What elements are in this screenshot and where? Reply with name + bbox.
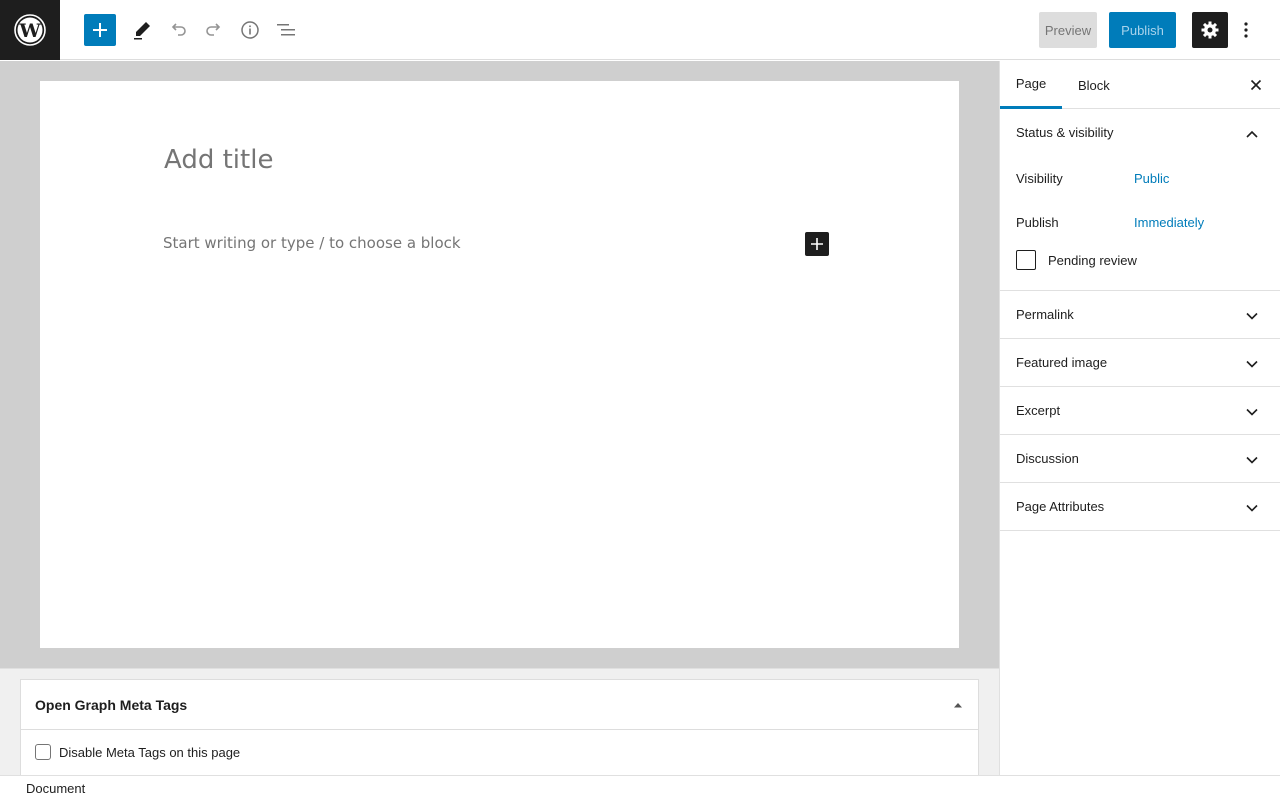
- status-visibility-panel: Status & visibility Visibility Public Pu…: [1000, 109, 1280, 291]
- panel-title: Discussion: [1016, 451, 1079, 466]
- chevron-down-icon: [1244, 452, 1260, 468]
- info-icon: [241, 21, 259, 39]
- publish-button[interactable]: Publish: [1109, 12, 1176, 48]
- permalink-panel[interactable]: Permalink: [1000, 291, 1280, 339]
- sidebar-tabs: Page Block: [1000, 61, 1280, 109]
- block-breadcrumb: Document: [0, 775, 1280, 800]
- redo-icon: [206, 23, 221, 36]
- more-vertical-icon: [1244, 22, 1248, 38]
- edit-tool-button[interactable]: [126, 14, 158, 46]
- editor-canvas-area: Add title Start writing or type / to cho…: [0, 61, 999, 668]
- post-title-input[interactable]: Add title: [164, 145, 273, 175]
- discussion-panel[interactable]: Discussion: [1000, 435, 1280, 483]
- pending-review-label: Pending review: [1048, 252, 1137, 268]
- disable-meta-tags-checkbox[interactable]: [35, 744, 51, 760]
- chevron-down-icon: [1244, 308, 1260, 324]
- panel-title: Permalink: [1016, 307, 1074, 322]
- metabox-title: Open Graph Meta Tags: [35, 696, 188, 713]
- featured-image-panel[interactable]: Featured image: [1000, 339, 1280, 387]
- settings-sidebar: Page Block Status & visibility Visibilit…: [999, 61, 1280, 775]
- close-sidebar-button[interactable]: [1248, 77, 1264, 93]
- caret-up-icon[interactable]: [952, 699, 964, 711]
- publish-date-row: Publish Immediately: [1016, 200, 1264, 244]
- wordpress-logo-icon[interactable]: W: [0, 0, 60, 60]
- status-visibility-body: Visibility Public Publish Immediately Pe…: [1000, 156, 1280, 290]
- plus-icon: [93, 23, 107, 37]
- plus-icon: [811, 238, 823, 250]
- open-graph-metabox: Open Graph Meta Tags Disable Meta Tags o…: [20, 679, 979, 776]
- redo-button[interactable]: [198, 14, 230, 46]
- chevron-down-icon: [1244, 356, 1260, 372]
- page-attributes-panel[interactable]: Page Attributes: [1000, 483, 1280, 531]
- panel-title: Featured image: [1016, 355, 1108, 370]
- preview-button[interactable]: Preview: [1039, 12, 1097, 48]
- tab-block[interactable]: Block: [1078, 61, 1110, 109]
- excerpt-panel[interactable]: Excerpt: [1000, 387, 1280, 435]
- pending-review-checkbox[interactable]: [1016, 250, 1036, 270]
- undo-icon: [171, 23, 186, 36]
- publish-date-label: Publish: [1016, 214, 1059, 230]
- panel-toggle[interactable]: Excerpt: [1000, 387, 1280, 434]
- panel-title: Status & visibility: [1016, 125, 1114, 140]
- metabox-body: Disable Meta Tags on this page: [21, 730, 978, 774]
- more-options-button[interactable]: [1234, 14, 1258, 46]
- gear-icon: [1201, 21, 1219, 39]
- svg-text:W: W: [18, 20, 41, 42]
- tab-page[interactable]: Page: [1000, 61, 1062, 109]
- editor-header: W Preview Publish: [0, 0, 1280, 60]
- editor-canvas: Add title Start writing or type / to cho…: [40, 81, 959, 648]
- panel-toggle[interactable]: Permalink: [1000, 291, 1280, 338]
- visibility-value-button[interactable]: Public: [1134, 171, 1169, 186]
- close-icon: [1250, 79, 1262, 91]
- pending-review-row: Pending review: [1016, 244, 1264, 276]
- visibility-label: Visibility: [1016, 170, 1063, 186]
- visibility-row: Visibility Public: [1016, 156, 1264, 200]
- chevron-down-icon: [1244, 404, 1260, 420]
- add-block-button[interactable]: [84, 14, 116, 46]
- default-block-appender[interactable]: Start writing or type / to choose a bloc…: [163, 234, 461, 252]
- panel-toggle[interactable]: Featured image: [1000, 339, 1280, 386]
- publish-date-button[interactable]: Immediately: [1134, 215, 1204, 230]
- chevron-down-icon: [1244, 500, 1260, 516]
- list-view-button[interactable]: [270, 14, 302, 46]
- chevron-up-icon: [1244, 126, 1260, 142]
- panel-title: Page Attributes: [1016, 499, 1105, 514]
- pencil-icon: [134, 22, 150, 40]
- panel-title: Excerpt: [1016, 403, 1061, 418]
- settings-button[interactable]: [1192, 12, 1228, 48]
- status-visibility-toggle[interactable]: Status & visibility: [1000, 109, 1280, 156]
- disable-meta-tags-label: Disable Meta Tags on this page: [59, 744, 241, 760]
- details-button[interactable]: [234, 14, 266, 46]
- metabox-header[interactable]: Open Graph Meta Tags: [21, 680, 978, 730]
- panel-toggle[interactable]: Discussion: [1000, 435, 1280, 482]
- breadcrumb-document[interactable]: Document: [26, 781, 85, 796]
- list-view-icon: [277, 24, 295, 36]
- undo-button[interactable]: [162, 14, 194, 46]
- meta-boxes-area: Open Graph Meta Tags Disable Meta Tags o…: [0, 668, 999, 776]
- inline-add-block-button[interactable]: [805, 232, 829, 256]
- panel-toggle[interactable]: Page Attributes: [1000, 483, 1280, 530]
